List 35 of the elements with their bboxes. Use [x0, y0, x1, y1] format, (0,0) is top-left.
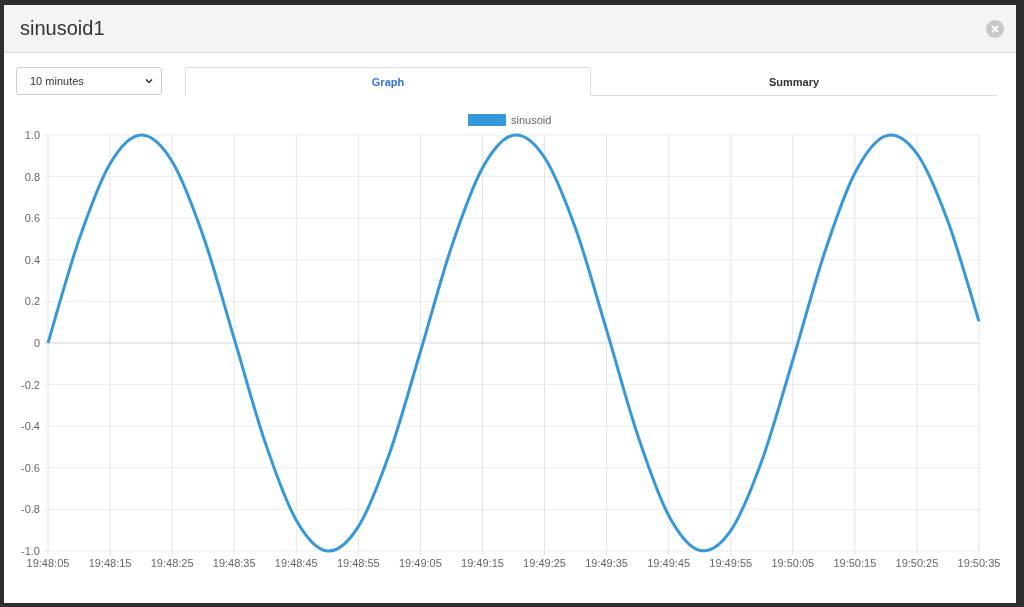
x-axis-label: 19:48:05 — [26, 557, 70, 569]
close-icon — [991, 24, 999, 33]
x-axis-label: 19:48:45 — [274, 557, 318, 569]
window-title: sinusoid1 — [20, 17, 105, 40]
x-axis-label: 19:49:45 — [647, 557, 691, 569]
time-range-select[interactable]: 10 minutes — [16, 67, 162, 95]
x-axis-label: 19:50:05 — [771, 557, 815, 569]
x-axis-label: 19:49:25 — [523, 557, 566, 569]
x-axis-label: 19:48:35 — [212, 557, 256, 569]
x-axis-label: 19:50:15 — [833, 557, 877, 569]
x-axis-label: 19:49:35 — [585, 557, 628, 569]
y-axis-label: -1.0 — [21, 545, 40, 557]
chevron-down-icon — [145, 78, 153, 84]
y-axis-label: 0.4 — [24, 253, 40, 266]
y-axis-label: -0.4 — [21, 420, 40, 433]
y-axis-label: -0.6 — [21, 461, 40, 474]
legend-label: sinusoid — [511, 114, 552, 126]
x-axis-label: 19:48:55 — [336, 557, 380, 569]
x-axis-label: 19:49:15 — [461, 557, 504, 569]
y-axis-label: -0.8 — [21, 503, 40, 516]
x-axis-label: 19:49:05 — [399, 557, 442, 569]
y-axis-label: 0 — [33, 337, 40, 349]
x-axis-label: 19:48:25 — [150, 557, 194, 569]
tab[interactable]: Graph — [185, 67, 591, 96]
y-axis-label: 0.2 — [24, 295, 40, 308]
y-axis-label: 0.6 — [24, 212, 40, 225]
y-axis-label: 1.0 — [24, 129, 40, 141]
close-button[interactable] — [986, 19, 1004, 38]
y-axis-label: 0.8 — [24, 170, 40, 183]
x-axis-label: 19:50:25 — [895, 557, 939, 569]
tab[interactable]: Summary — [591, 67, 997, 96]
x-axis-label: 19:48:15 — [88, 557, 132, 569]
y-axis-label: -0.2 — [21, 378, 40, 391]
x-axis-label: 19:49:55 — [709, 557, 753, 569]
x-axis-label: 19:50:35 — [957, 557, 1001, 569]
